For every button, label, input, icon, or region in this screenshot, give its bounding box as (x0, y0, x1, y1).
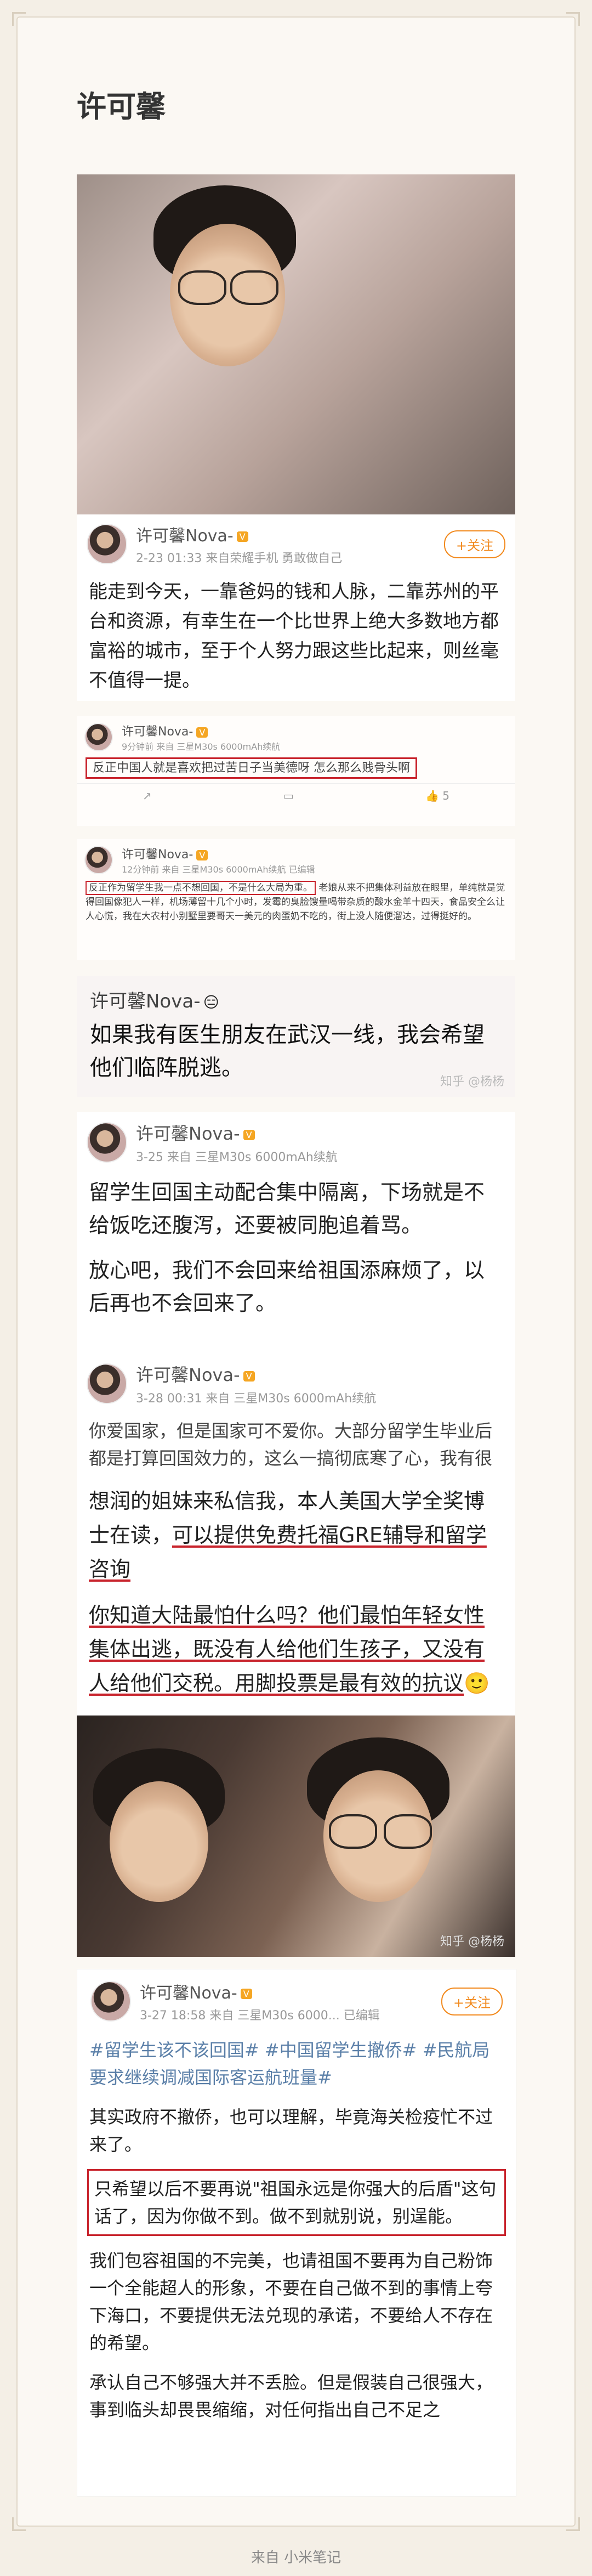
post-tags[interactable]: #留学生该不该回国# #中国留学生撤侨# #民航局要求继续调减国际客运航班量# (77, 2033, 516, 2100)
post-text: 其实政府不撤侨，也可以理解，毕竟海关检疫忙不过来了。 (89, 2107, 493, 2155)
frame-corner (12, 12, 26, 26)
post-photo: 知乎 @杨杨 (77, 1716, 515, 1957)
profile-photo (77, 174, 515, 514)
follow-button[interactable]: +关注 (443, 530, 505, 558)
watermark: 知乎 @杨杨 (440, 1075, 504, 1089)
note-title: 许可馨 (77, 89, 166, 124)
frame-corner (12, 2517, 26, 2531)
post-text: 你知道大陆最怕什么吗？他们最怕年轻女性集体出逃，既没有人给他们生孩子，又没有人给… (77, 1595, 515, 1709)
post-card-3: 许可馨Nova- V 12分钟前 来自 三星M30s 6000mAh续航 已编辑 … (77, 839, 515, 960)
underlined-text: 用脚投票是最有效的抗议 (235, 1671, 464, 1695)
like-button[interactable]: 👍 5 (425, 789, 449, 802)
glasses-shape (384, 1814, 432, 1849)
post-header: 许可馨Nova- V 3-28 00:31 来自 三星M30s 6000mAh续航 (77, 1354, 515, 1414)
post-meta: 3-25 来自 三星M30s 6000mAh续航 (136, 1151, 338, 1164)
post-card-1: 许可馨Nova- V 2-23 01:33 来自荣耀手机 勇敢做自己 +关注 能走… (77, 174, 515, 701)
post-text: 我们包容祖国的不完美，也请祖国不要再为自己粉饰一个全能超人的形象，不要在自己做不… (89, 2250, 493, 2353)
emoji-icon: 😑 (203, 993, 219, 1011)
avatar[interactable] (87, 1363, 127, 1404)
username[interactable]: 许可馨Nova- V (136, 522, 444, 546)
username[interactable]: 许可馨Nova- V (122, 845, 508, 862)
footer-source: 来自 小米笔记 (251, 2550, 341, 2566)
post-meta: 3-27 18:58 来自 三星M30s 6000... 已编辑 (140, 2009, 380, 2023)
glasses-shape (329, 1814, 377, 1849)
post-header: 许可馨Nova- V 3-25 来自 三星M30s 6000mAh续航 (77, 1112, 515, 1173)
username[interactable]: 许可馨Nova- V (122, 722, 508, 739)
post-header: 许可馨Nova- V 9分钟前 来自 三星M30s 6000mAh续航 (77, 716, 515, 758)
post-text: 能走到今天，一靠爸妈的钱和人脉，二靠苏州的平台和资源，有幸生在一个比世界上绝大多… (89, 581, 499, 692)
username[interactable]: 许可馨Nova- (90, 990, 200, 1012)
post-header: 许可馨Nova- V 2-23 01:33 来自荣耀手机 勇敢做自己 +关注 (77, 514, 515, 574)
avatar[interactable] (90, 1981, 131, 2022)
post-text: 你爱国家，但是国家可不爱你。大部分留学生毕业后都是打算回国效力的，这么一搞彻底寒… (89, 1420, 493, 1469)
avatar[interactable] (84, 723, 113, 751)
post-card-2: 许可馨Nova- V 9分钟前 来自 三星M30s 6000mAh续航 反正中国人… (77, 716, 515, 826)
watermark: 知乎 @杨杨 (440, 1935, 504, 1949)
avatar[interactable] (84, 846, 113, 874)
comment-icon[interactable]: ▭ (283, 789, 294, 802)
post-meta: 9分钟前 来自 三星M30s 6000mAh续航 (122, 741, 281, 752)
frame-corner (566, 2517, 580, 2531)
post-header: 许可馨Nova- V 12分钟前 来自 三星M30s 6000mAh续航 已编辑 (77, 839, 515, 881)
avatar[interactable] (87, 524, 127, 564)
post-header: 许可馨Nova- V 3-27 18:58 来自 三星M30s 6000... 已… (77, 1969, 516, 2033)
post-card-6: 许可馨Nova- V 3-28 00:31 来自 三星M30s 6000mAh续航… (77, 1354, 515, 1957)
username[interactable]: 许可馨Nova- V (136, 1361, 505, 1386)
glasses-shape (178, 270, 226, 305)
follow-button[interactable]: +关注 (441, 1987, 503, 2015)
post-text: 留学生回国主动配合集中隔离，下场就是不给饭吃还腹泻，还要被同胞追着骂。 (89, 1180, 485, 1237)
frame-corner (566, 12, 580, 26)
post-text: 想润的姐妹来私信我，本人美国大学全奖博士在读，可以提供免费托福GRE辅导和留学咨… (89, 1489, 487, 1581)
highlighted-text: 只希望以后不要再说"祖国永远是你强大的后盾"这句话了，因为你做不到。做不到就别说… (87, 2169, 506, 2236)
post-card-7: 许可馨Nova- V 3-27 18:58 来自 三星M30s 6000... 已… (77, 1969, 516, 2496)
post-meta: 2-23 01:33 来自荣耀手机 勇敢做自己 (136, 552, 343, 565)
share-icon[interactable]: ↗ (143, 789, 152, 802)
post-meta: 12分钟前 来自 三星M30s 6000mAh续航 已编辑 (122, 864, 315, 875)
glasses-shape (230, 270, 278, 305)
emoji-icon: 🙂 (464, 1671, 490, 1695)
highlighted-text: 反正中国人就是喜欢把过苦日子当美德呀 怎么那么贱骨头啊 (86, 757, 417, 779)
avatar[interactable] (87, 1122, 127, 1163)
username[interactable]: 许可馨Nova- V (136, 1120, 505, 1145)
post-text: 承认自己不够强大并不丢脸。但是假装自己很强大，事到临头却畏畏缩缩，对任何指出自己… (89, 2372, 493, 2420)
action-row: ↗ ▭ 👍 5 (77, 783, 515, 808)
highlighted-text: 反正作为留学生我一点不想回国，不是什么大局为重。 (86, 881, 316, 895)
post-meta: 3-28 00:31 来自 三星M30s 6000mAh续航 (136, 1392, 377, 1406)
post-card-5: 许可馨Nova- V 3-25 来自 三星M30s 6000mAh续航 留学生回国… (77, 1112, 515, 1354)
post-text: 放心吧，我们不会回来给祖国添麻烦了，以后再也不会回来了。 (89, 1258, 485, 1315)
post-text: 反正作为留学生我一点不想回国，不是什么大局为重。 老娘从来不把集体利益放在眼里，… (77, 881, 515, 924)
username[interactable]: 许可馨Nova- V (140, 1979, 441, 2003)
face-shape (110, 1781, 208, 1902)
post-card-4: 许可馨Nova- 😑 如果我有医生朋友在武汉一线，我会希望他们临阵脱逃。 知乎 … (77, 976, 515, 1097)
